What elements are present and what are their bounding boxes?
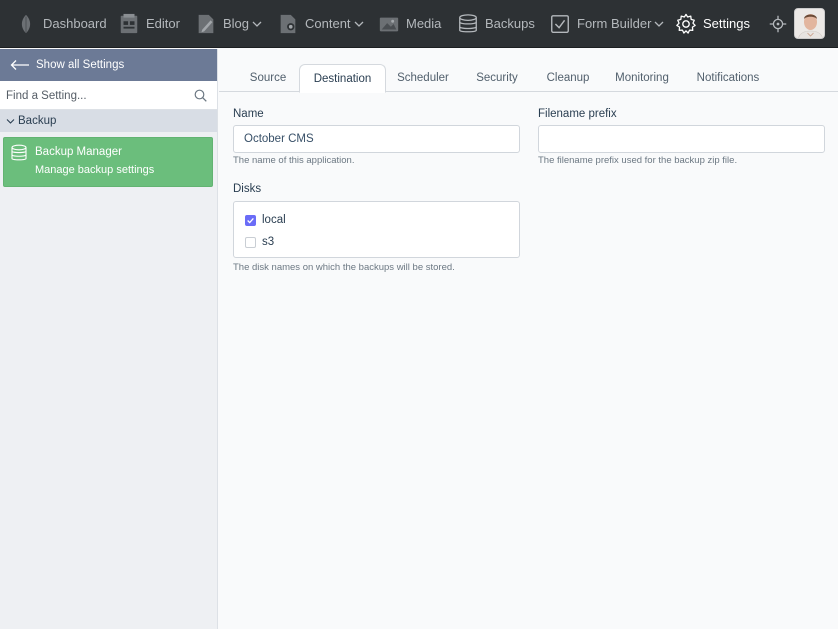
chevron-down-icon xyxy=(6,117,15,126)
nav-form-builder-label: Form Builder xyxy=(577,16,652,31)
tab-cleanup[interactable]: Cleanup xyxy=(541,64,595,92)
show-all-settings-link[interactable]: Show all Settings xyxy=(0,49,217,81)
gear-icon xyxy=(674,12,698,36)
name-help: The name of this application. xyxy=(233,155,355,166)
tab-scheduler[interactable]: Scheduler xyxy=(391,64,455,92)
tab-source[interactable]: Source xyxy=(241,64,295,92)
chevron-down-icon xyxy=(354,19,364,29)
search-icon[interactable] xyxy=(194,89,207,102)
checkbox-s3[interactable] xyxy=(245,236,256,248)
disk-option-local[interactable]: local xyxy=(245,214,286,226)
filename-prefix-input[interactable] xyxy=(538,125,825,153)
disks-label: Disks xyxy=(233,183,262,195)
nav-backups[interactable]: Backups xyxy=(456,0,535,48)
nav-media[interactable]: Media xyxy=(377,0,441,48)
sidebar-item-backup-manager[interactable]: Backup Manager Manage backup settings xyxy=(3,137,213,187)
disk-option-s3[interactable]: s3 xyxy=(245,236,274,248)
location-button[interactable] xyxy=(766,0,790,48)
settings-group-backup[interactable]: Backup xyxy=(0,110,217,132)
nav-form-builder[interactable]: Form Builder xyxy=(548,0,664,48)
checkbox-local[interactable] xyxy=(245,214,256,226)
name-input[interactable]: October CMS xyxy=(233,125,520,153)
name-label: Name xyxy=(233,108,264,120)
nav-content-label: Content xyxy=(305,16,351,31)
sidebar-item-title: Backup Manager xyxy=(35,146,122,158)
disks-checkbox-list: local s3 xyxy=(233,201,520,258)
filename-prefix-label: Filename prefix xyxy=(538,108,617,120)
tab-security[interactable]: Security xyxy=(469,64,525,92)
nav-content[interactable]: Content xyxy=(276,0,364,48)
checkbox-icon xyxy=(548,12,572,36)
nav-blog[interactable]: Blog xyxy=(194,0,262,48)
nav-blog-label: Blog xyxy=(223,16,250,31)
crosshair-icon xyxy=(766,12,790,36)
nav-media-label: Media xyxy=(406,16,442,31)
nav-settings-label: Settings xyxy=(703,16,750,31)
filename-prefix-help: The filename prefix used for the backup … xyxy=(538,155,738,166)
check-icon xyxy=(247,217,254,223)
database-icon xyxy=(10,144,28,162)
nav-backups-label: Backups xyxy=(485,16,535,31)
leaf-icon xyxy=(14,12,38,36)
tab-notifications[interactable]: Notifications xyxy=(693,64,763,92)
top-navigation: Dashboard Editor Blog Content Media Back… xyxy=(0,0,838,48)
arrow-left-icon xyxy=(10,59,30,71)
settings-sidebar: Show all Settings Backup Backup Manager … xyxy=(0,49,218,629)
chevron-down-icon xyxy=(654,19,664,29)
tab-monitoring[interactable]: Monitoring xyxy=(611,64,673,92)
settings-search xyxy=(0,81,217,110)
settings-group-label: Backup xyxy=(18,115,57,127)
main-content: Source Destination Scheduler Security Cl… xyxy=(219,49,838,629)
chevron-down-icon xyxy=(252,19,262,29)
nav-editor[interactable]: Editor xyxy=(117,0,180,48)
sidebar-item-description: Manage backup settings xyxy=(35,164,155,176)
disk-option-label: local xyxy=(262,214,286,226)
database-icon xyxy=(456,12,480,36)
tab-bar: Source Destination Scheduler Security Cl… xyxy=(219,64,838,93)
disks-help: The disk names on which the backups will… xyxy=(233,262,455,273)
nav-settings[interactable]: Settings xyxy=(674,0,750,48)
nav-dashboard[interactable]: Dashboard xyxy=(14,0,107,48)
settings-search-input[interactable] xyxy=(0,81,217,110)
nav-editor-label: Editor xyxy=(146,16,180,31)
media-icon xyxy=(377,12,401,36)
disk-option-label: s3 xyxy=(262,236,275,248)
content-icon xyxy=(276,12,300,36)
nav-dashboard-label: Dashboard xyxy=(43,16,107,31)
avatar[interactable] xyxy=(794,8,825,39)
blog-icon xyxy=(194,12,218,36)
tab-destination[interactable]: Destination xyxy=(299,64,386,93)
show-all-settings-label: Show all Settings xyxy=(36,59,125,71)
editor-icon xyxy=(117,12,141,36)
